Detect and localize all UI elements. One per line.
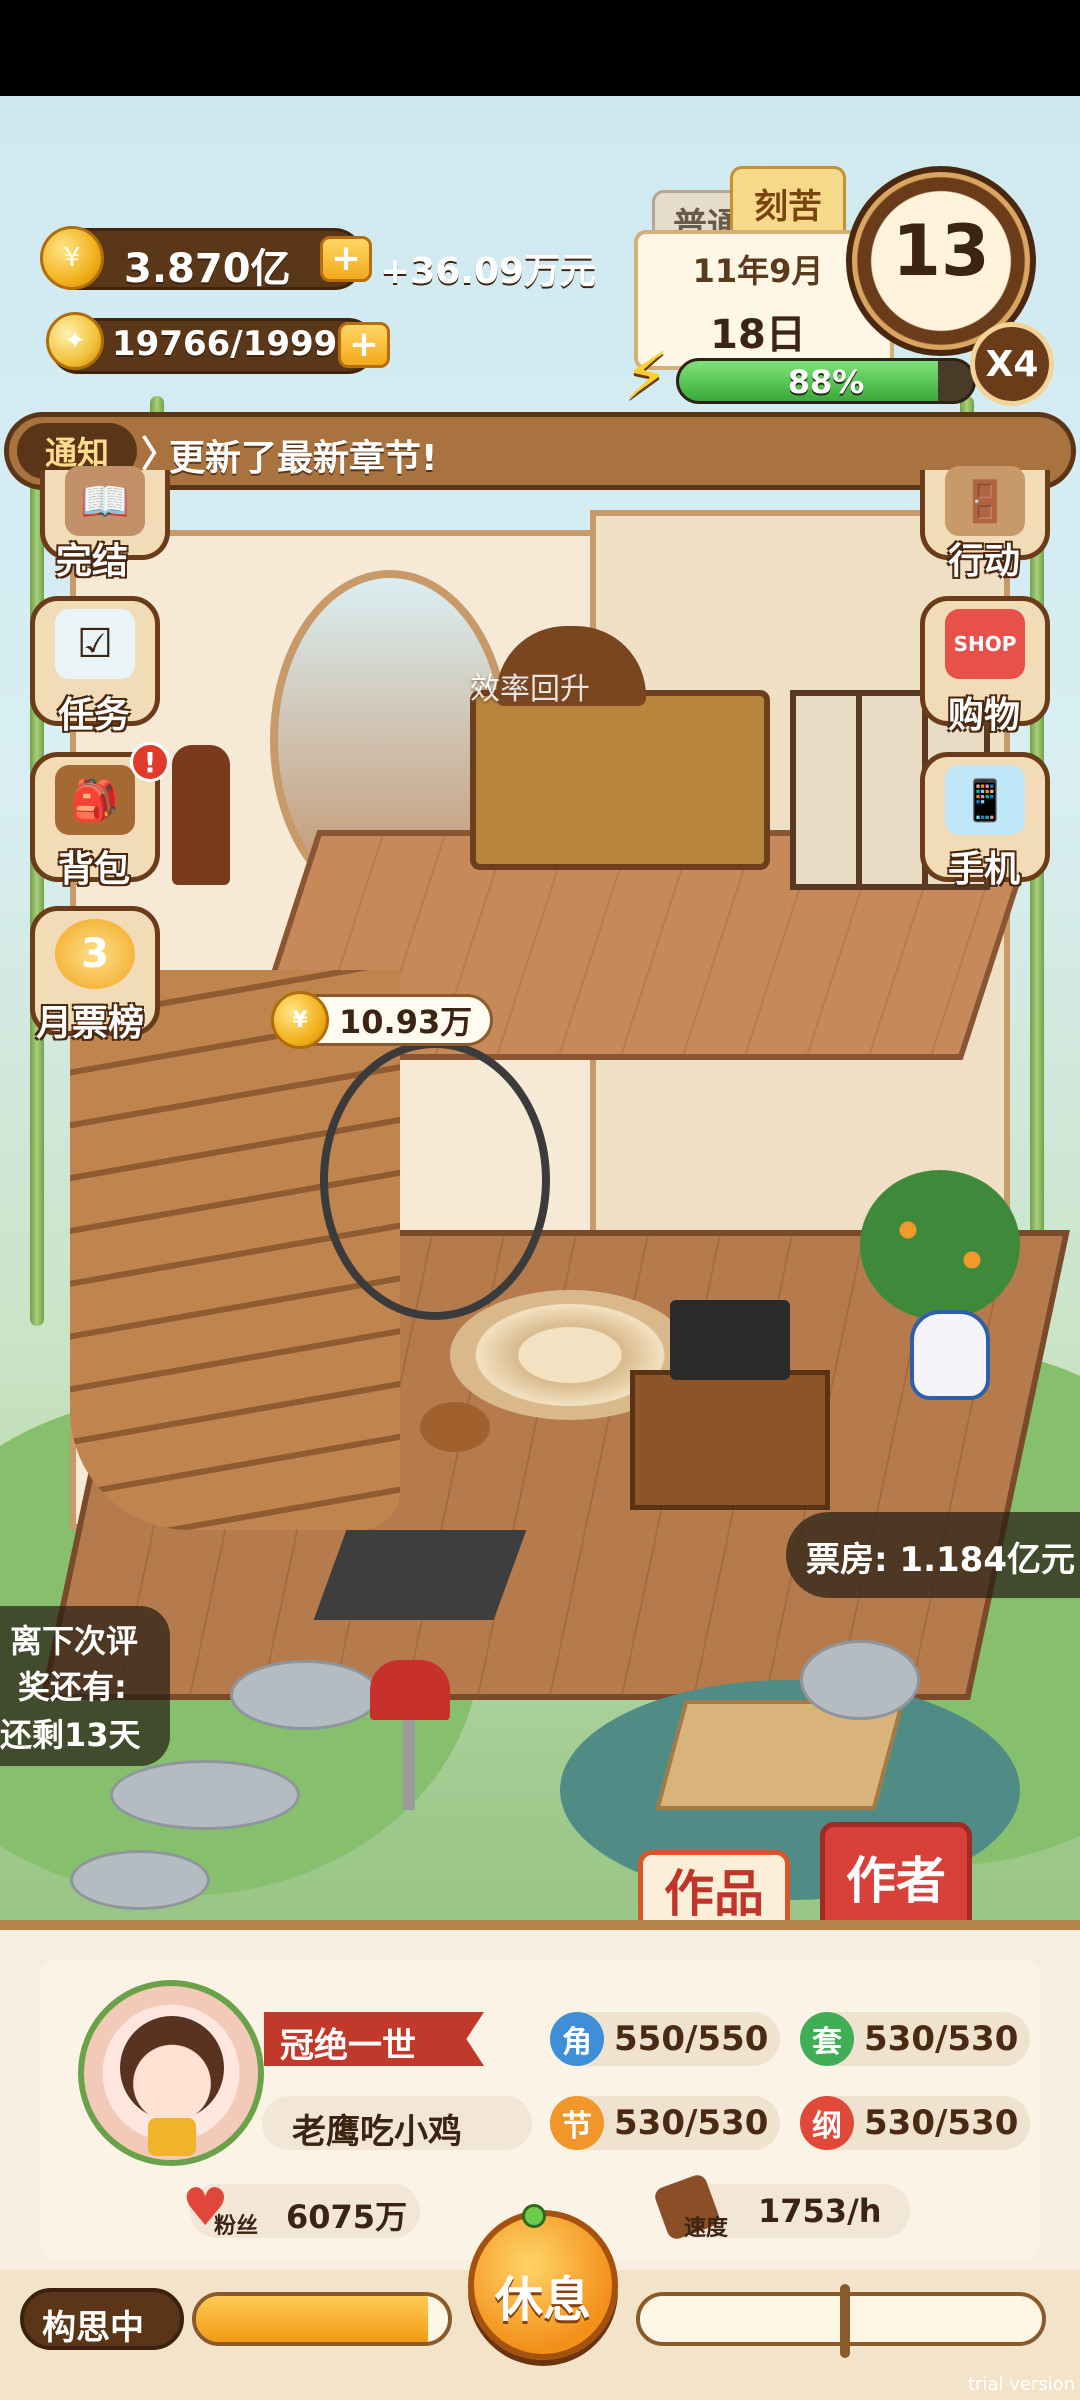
mailbox-post xyxy=(403,1720,415,1810)
notice-message: 更新了最新章节! xyxy=(169,438,438,479)
box-office-panel: 票房: 1.184亿元 xyxy=(786,1512,1080,1598)
computer-monitor[interactable] xyxy=(670,1300,790,1380)
book-icon: 📖 xyxy=(65,466,145,536)
fans-label: 粉丝 xyxy=(214,2214,259,2239)
status-chip: 构思中 xyxy=(20,2288,184,2350)
box-office-value: 票房: 1.184亿元 xyxy=(806,1540,1075,1580)
energy-percent: 88% xyxy=(787,363,865,401)
writing-desk[interactable] xyxy=(630,1370,830,1510)
stat-routine: 套 530/530 xyxy=(800,2012,1030,2066)
date-year-month: 11年9月 xyxy=(692,252,824,290)
avatar[interactable] xyxy=(78,1980,264,2166)
stepping-stone xyxy=(70,1850,210,1910)
bed[interactable] xyxy=(470,626,770,870)
orange-tree-plant[interactable] xyxy=(860,1170,1020,1320)
speed-label: 速度 xyxy=(684,2216,729,2241)
rest-indicator-dot xyxy=(522,2204,546,2228)
sleeping-dog[interactable] xyxy=(420,1402,490,1452)
round-bookshelf[interactable] xyxy=(320,1040,550,1320)
author-title: 冠绝一世 xyxy=(280,2026,416,2066)
menu-phone-label: 手机 xyxy=(948,849,1021,890)
add-inspiration-button[interactable]: + xyxy=(338,322,390,368)
status-text: 构思中 xyxy=(42,2308,144,2348)
review-countdown-line3: 还剩13天 xyxy=(0,1716,141,1754)
ticket-icon: 3 xyxy=(55,919,135,989)
backpack-icon: 🎒 xyxy=(55,765,135,835)
review-countdown-panel: 离下次评 奖还有: 还剩13天 xyxy=(0,1606,170,1766)
routine-stat-icon: 套 xyxy=(800,2012,854,2066)
stepping-stone xyxy=(110,1760,300,1830)
review-countdown-line2: 奖还有: xyxy=(18,1668,127,1706)
menu-ticket-ranking-label: 月票榜 xyxy=(36,1003,145,1044)
blue-white-vase xyxy=(910,1310,990,1400)
stat-outline-value: 530/530 xyxy=(864,2103,1019,2143)
avatar-face xyxy=(120,2016,224,2120)
character-stat-icon: 角 xyxy=(550,2012,604,2066)
floating-status-text: 效率回升 xyxy=(470,672,590,707)
lightbulb-icon: ✦ xyxy=(46,312,104,370)
trial-watermark: trial version xyxy=(968,2374,1076,2395)
door-mat xyxy=(313,1530,527,1620)
gold-coin-icon: ¥ xyxy=(40,226,104,290)
stat-outline: 纲 530/530 xyxy=(800,2096,1030,2150)
lightning-icon[interactable]: ⚡ xyxy=(624,340,684,420)
menu-backpack-label: 背包 xyxy=(58,849,131,890)
rest-button-label: 休息 xyxy=(494,2272,591,2328)
rock xyxy=(800,1640,920,1720)
stat-character: 角 550/550 xyxy=(550,2012,780,2066)
author-name-pill[interactable]: 老鹰吃小鸡 xyxy=(262,2096,532,2152)
tab-works[interactable]: 作品 xyxy=(638,1850,790,1930)
money-value: 3.870亿 xyxy=(124,246,291,292)
title-ribbon: 冠绝一世 xyxy=(264,2012,484,2066)
stepping-stone xyxy=(230,1660,380,1730)
outline-stat-icon: 纲 xyxy=(800,2096,854,2150)
gold-coin-icon: ¥ xyxy=(271,991,329,1049)
phone-icon: 📱 xyxy=(945,765,1025,835)
speed-multiplier-button[interactable]: X4 xyxy=(970,322,1054,406)
add-money-button[interactable]: + xyxy=(320,236,372,282)
trophy-icon xyxy=(148,2118,196,2156)
stat-pacing-value: 530/530 xyxy=(614,2103,769,2143)
author-name: 老鹰吃小鸡 xyxy=(292,2112,462,2152)
dial-number: 13 xyxy=(892,210,990,292)
progress-marker xyxy=(840,2284,850,2358)
checklist-icon: ☑ xyxy=(55,609,135,679)
speed-pill: 速度 1753/h xyxy=(652,2172,910,2242)
menu-finish-label: 完结 xyxy=(56,541,129,582)
speed-value: 1753/h xyxy=(758,2192,882,2230)
money-rate: +36.09万元 xyxy=(380,251,597,292)
pacing-stat-icon: 节 xyxy=(550,2096,604,2150)
menu-tasks-label: 任务 xyxy=(58,695,131,736)
writing-progress-fill xyxy=(196,2296,428,2342)
shop-icon: SHOP xyxy=(945,609,1025,679)
stat-routine-value: 530/530 xyxy=(864,2019,1019,2059)
income-bubble[interactable]: ¥ 10.93万 xyxy=(271,991,494,1049)
tab-author[interactable]: 作者 xyxy=(820,1822,972,1932)
review-countdown-line1: 离下次评 xyxy=(10,1622,139,1660)
fans-value: 6075万 xyxy=(286,2198,408,2236)
grandfather-clock[interactable] xyxy=(172,745,230,885)
rest-button[interactable]: 休息 xyxy=(468,2210,618,2360)
secondary-progress-bar xyxy=(636,2284,1046,2358)
fans-pill: ♥ 粉丝 6075万 xyxy=(182,2178,420,2239)
stat-pacing: 节 530/530 xyxy=(550,2096,780,2150)
tab-mode-hard[interactable]: 刻苦 xyxy=(730,166,846,240)
door-icon: 🚪 xyxy=(945,466,1025,536)
mailbox[interactable] xyxy=(370,1660,450,1720)
menu-shop-label: 购物 xyxy=(948,695,1021,736)
income-value: 10.93万 xyxy=(339,1003,473,1041)
energy-bar: 88% xyxy=(676,358,976,404)
stat-character-value: 550/550 xyxy=(614,2019,769,2059)
inspiration-value: 19766/19999 xyxy=(112,324,361,364)
writing-progress-bar xyxy=(192,2292,452,2346)
alert-badge: ! xyxy=(130,742,170,782)
menu-action-label: 行动 xyxy=(948,541,1021,582)
